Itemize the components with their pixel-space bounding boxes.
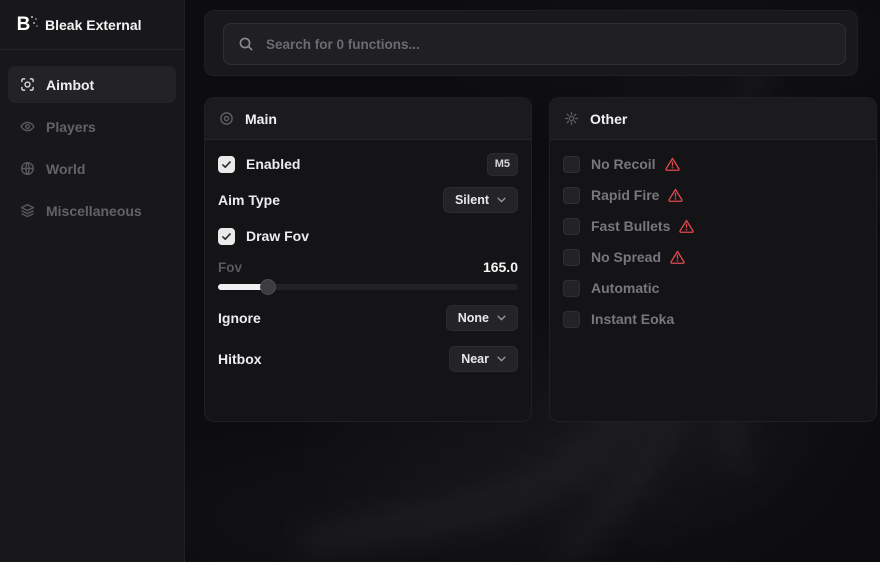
aim-type-dropdown[interactable]: Silent <box>443 187 518 213</box>
sidebar-item-label: Aimbot <box>46 77 94 93</box>
enabled-label: Enabled <box>246 156 300 172</box>
fast-bullets-row: Fast Bullets <box>563 213 863 239</box>
draw-fov-label: Draw Fov <box>246 228 309 244</box>
aim-type-value: Silent <box>455 193 489 207</box>
instant-eoka-row: Instant Eoka <box>563 306 863 332</box>
sidebar-item-label: Players <box>46 119 96 135</box>
layers-icon <box>20 203 35 218</box>
search-box[interactable] <box>223 23 846 65</box>
ignore-label: Ignore <box>218 310 261 326</box>
app-title: Bleak External <box>45 17 142 33</box>
aim-type-row: Aim Type Silent <box>218 187 518 213</box>
enabled-checkbox[interactable] <box>218 156 235 173</box>
logo-letter: B <box>17 14 30 36</box>
automatic-row: Automatic <box>563 275 863 301</box>
warning-icon <box>665 157 680 171</box>
panel-title: Main <box>245 111 277 127</box>
search-icon <box>238 36 254 52</box>
no-recoil-row: No Recoil <box>563 151 863 177</box>
no-recoil-checkbox[interactable] <box>563 156 580 173</box>
sidebar-item-label: World <box>46 161 85 177</box>
sidebar-item-miscellaneous[interactable]: Miscellaneous <box>8 192 176 229</box>
app-logo-row: B Bleak External <box>0 0 184 50</box>
chevron-down-icon <box>497 197 506 203</box>
hitbox-label: Hitbox <box>218 351 262 367</box>
warning-icon <box>668 188 683 202</box>
fast-bullets-checkbox[interactable] <box>563 218 580 235</box>
hitbox-row: Hitbox Near <box>218 346 518 372</box>
fov-label: Fov <box>218 260 242 275</box>
enabled-row: Enabled M5 <box>218 151 518 177</box>
aim-type-label: Aim Type <box>218 192 280 208</box>
ignore-row: Ignore None <box>218 305 518 331</box>
enabled-keybind-button[interactable]: M5 <box>487 153 518 176</box>
toggle-label: Rapid Fire <box>591 187 659 203</box>
rapid-fire-row: Rapid Fire <box>563 182 863 208</box>
no-spread-row: No Spread <box>563 244 863 270</box>
instant-eoka-checkbox[interactable] <box>563 311 580 328</box>
main-panel-header: Main <box>205 98 531 140</box>
main-panel: Main Enabled M5 Aim Type Silent <box>204 97 532 422</box>
globe-icon <box>20 161 35 176</box>
crosshair-icon <box>20 77 35 92</box>
fov-slider[interactable] <box>218 284 518 290</box>
draw-fov-checkbox[interactable] <box>218 228 235 245</box>
ignore-dropdown[interactable]: None <box>446 305 518 331</box>
warning-icon <box>670 250 685 264</box>
main-content: Main Enabled M5 Aim Type Silent <box>185 0 880 562</box>
warning-icon <box>679 219 694 233</box>
chevron-down-icon <box>497 356 506 362</box>
automatic-checkbox[interactable] <box>563 280 580 297</box>
sidebar-item-world[interactable]: World <box>8 150 176 187</box>
draw-fov-row: Draw Fov <box>218 223 518 249</box>
sidebar: B Bleak External Aimbot <box>0 0 185 562</box>
rapid-fire-checkbox[interactable] <box>563 187 580 204</box>
other-panel-body: No Recoil Rapid Fire Fast Bullets <box>550 151 876 332</box>
toggle-label: No Recoil <box>591 156 656 172</box>
ignore-value: None <box>458 311 489 325</box>
panel-title: Other <box>590 111 627 127</box>
fov-slider-thumb[interactable] <box>260 279 276 295</box>
target-icon <box>219 111 234 126</box>
main-panel-body: Enabled M5 Aim Type Silent Draw Fov <box>205 151 531 372</box>
search-input[interactable] <box>266 37 831 52</box>
fov-row: Fov 165.0 <box>218 257 518 277</box>
chevron-down-icon <box>497 315 506 321</box>
toggle-label: No Spread <box>591 249 661 265</box>
hitbox-value: Near <box>461 352 489 366</box>
sidebar-item-players[interactable]: Players <box>8 108 176 145</box>
search-panel <box>204 10 858 76</box>
gear-icon <box>564 111 579 126</box>
eye-icon <box>20 119 35 134</box>
fov-slider-row <box>218 279 518 295</box>
other-panel: Other No Recoil Rapid Fire <box>549 97 877 422</box>
hitbox-dropdown[interactable]: Near <box>449 346 518 372</box>
other-panel-header: Other <box>550 98 876 140</box>
no-spread-checkbox[interactable] <box>563 249 580 266</box>
toggle-label: Fast Bullets <box>591 218 670 234</box>
b-logo-icon: B <box>12 14 34 36</box>
sidebar-nav: Aimbot Players World <box>0 50 184 229</box>
toggle-label: Automatic <box>591 280 659 296</box>
sidebar-item-aimbot[interactable]: Aimbot <box>8 66 176 103</box>
fov-value: 165.0 <box>483 259 518 275</box>
sidebar-item-label: Miscellaneous <box>46 203 142 219</box>
toggle-label: Instant Eoka <box>591 311 674 327</box>
